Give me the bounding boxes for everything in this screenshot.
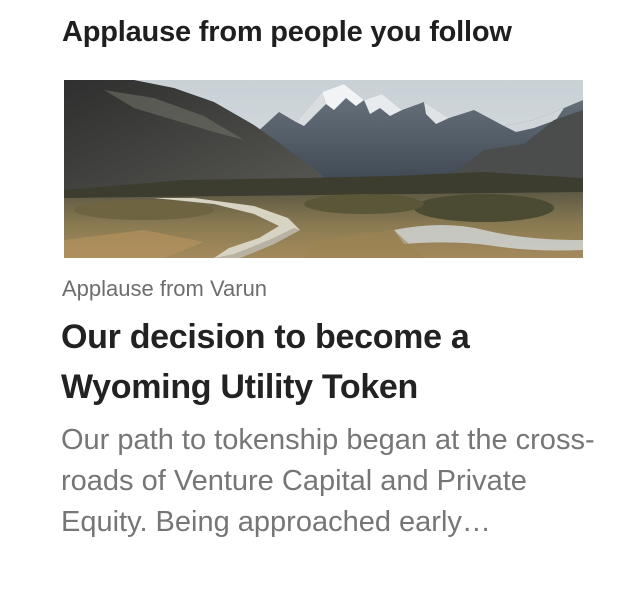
story-hero-image[interactable]	[64, 80, 583, 258]
story-excerpt[interactable]: Our path to tokenship began at the cross…	[61, 420, 601, 543]
mountain-landscape-image	[64, 80, 583, 258]
story-title[interactable]: Our decision to become a Wyoming Utility…	[61, 312, 601, 412]
story-card[interactable]: Applause from Varun Our decision to beco…	[0, 0, 640, 604]
applause-from-label: Applause from Varun	[62, 276, 268, 301]
